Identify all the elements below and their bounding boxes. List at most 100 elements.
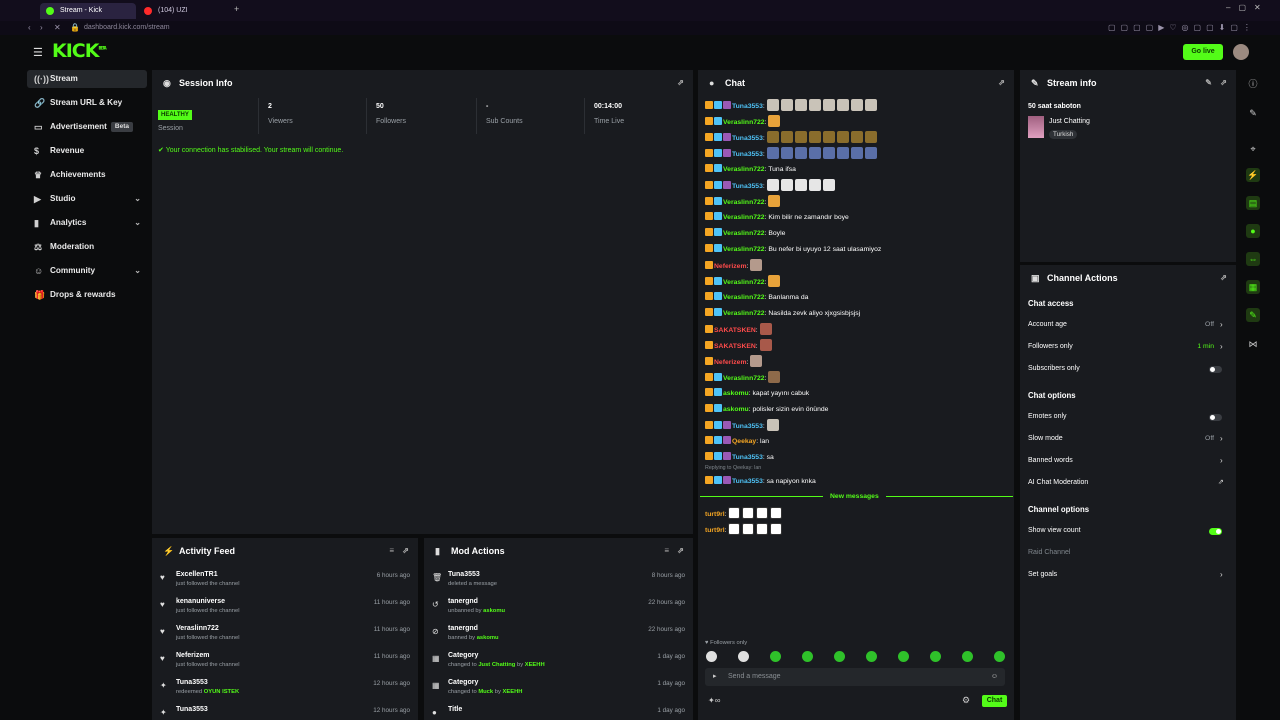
sidebar-item-stream[interactable]: ((·)) Stream [27,70,147,88]
chat-username[interactable]: Tuna3553 [732,478,763,485]
sidebar-item-achievements[interactable]: ♛ Achievements [27,166,147,184]
extension-icons[interactable]: ▢▢▢▢▶♡◎▢▢⬇▢⋮ [1108,22,1256,34]
emote-quick-icon[interactable] [898,651,909,662]
edit-icon[interactable]: ✎ [1205,70,1212,96]
setting-followers-only[interactable]: Followers only [1028,343,1073,350]
crosshair-icon[interactable]: ⌖ [1246,142,1260,156]
chat-username[interactable]: Veraslinn722 [723,214,765,221]
setting-subscribers-only[interactable]: Subscribers only [1028,365,1080,372]
chat-username[interactable]: Veraslinn722 [723,230,765,237]
filter-icon[interactable]: ≡ [664,538,669,564]
feed-name[interactable]: tanergnd [448,598,478,605]
sidebar-item-studio[interactable]: ▶ Studio ⌄ [27,190,147,208]
chat-username[interactable]: askomu [723,406,749,413]
chat-username[interactable]: turt9rl [705,511,725,518]
feed-highlight[interactable]: Just Chatting [478,662,515,668]
feed-name[interactable]: ExcellenTR1 [176,571,218,578]
chat-username[interactable]: Tuna3553 [732,454,763,461]
chat-settings-icon[interactable]: ⚙ [962,695,970,706]
feed-name[interactable]: Tuna3553 [448,571,480,578]
chevron-right-icon[interactable]: › [1220,342,1223,351]
setting-raid-channel[interactable]: Raid Channel [1028,549,1070,556]
chat-username[interactable]: Veraslinn722 [723,166,765,173]
feed-name[interactable]: Neferizem [176,652,209,659]
document-icon[interactable]: ▤ [1246,196,1260,210]
chevron-right-icon[interactable]: › [1220,434,1223,443]
forward-icon[interactable]: › [40,22,43,34]
popout-icon[interactable]: ⇗ [677,538,684,564]
feed-highlight[interactable]: Muck [478,689,493,695]
chat-username[interactable]: askomu [723,390,749,397]
feed-by-user[interactable]: XEEHH [525,662,545,668]
setting-show-view-count[interactable]: Show view count [1028,527,1081,534]
browser-tab[interactable]: (104) UZI SERBESTSTIL(... [138,3,230,30]
emoji-icon[interactable]: ☺ [991,668,998,686]
chat-username[interactable]: Veraslinn722 [723,310,765,317]
emote-quick-icon[interactable] [706,651,717,662]
window-controls[interactable]: –▢✕ [1226,3,1269,12]
chat-username[interactable]: Tuna3553 [732,103,763,110]
setting-set-goals[interactable]: Set goals [1028,571,1057,578]
chat-input[interactable]: ▸ Send a message ☺ [705,668,1005,686]
setting-emotes-only[interactable]: Emotes only [1028,413,1067,420]
chat-username[interactable]: Tuna3553 [732,135,763,142]
chat-send-button[interactable]: Chat [982,695,1007,707]
sidebar-item-stream-url-key[interactable]: 🔗 Stream URL & Key [27,94,147,112]
setting-ai-chat-moderation[interactable]: AI Chat Moderation [1028,479,1088,486]
chat-username[interactable]: Tuna3553 [732,423,763,430]
go-live-button[interactable]: Go live [1183,44,1223,60]
emote-quick-icon[interactable] [802,651,813,662]
feed-name[interactable]: Category [448,679,478,686]
sidebar-item-revenue[interactable]: $ Revenue [27,142,147,160]
emote-quick-icon[interactable] [834,651,845,662]
chat-username[interactable]: Veraslinn722 [723,294,765,301]
feed-name[interactable]: tanergnd [448,625,478,632]
chat-username[interactable]: SAKATSKEN [714,343,756,350]
sidebar-item-analytics[interactable]: ▮ Analytics ⌄ [27,214,147,232]
back-icon[interactable]: ‹ [28,22,31,34]
emote-quick-icon[interactable] [962,651,973,662]
filter-icon[interactable]: ≡ [389,538,394,564]
feed-name[interactable]: Tuna3553 [176,679,208,686]
sidebar-item-community[interactable]: ☺ Community ⌄ [27,262,147,280]
chat-username[interactable]: Veraslinn722 [723,199,765,206]
new-tab-icon[interactable]: + [234,4,239,14]
feed-name[interactable]: Category [448,652,478,659]
chat-username[interactable]: Tuna3553 [732,183,763,190]
browser-tab-active[interactable]: Stream - Kick Dashboard [40,3,136,30]
sidebar-item-moderation[interactable]: ⚖ Moderation [27,238,147,256]
chat-username[interactable]: Veraslinn722 [723,246,765,253]
setting-slow-mode[interactable]: Slow mode [1028,435,1063,442]
external-link-icon[interactable]: ⇗ [1218,478,1224,486]
bolt-icon[interactable]: ⚡ [1246,168,1260,182]
popout-icon[interactable]: ⇗ [1220,70,1227,96]
feed-by-user[interactable]: XEEHH [502,689,522,695]
pen-icon[interactable]: ✎ [1246,106,1260,120]
toggle-switch[interactable] [1209,414,1222,421]
chevron-right-icon[interactable]: › [1220,456,1223,465]
feed-highlight[interactable]: askomu [477,635,499,641]
popout-icon[interactable]: ⇗ [998,70,1005,96]
chat-username[interactable]: Qeekay [732,438,756,445]
bank-icon[interactable]: ▦ [1246,280,1260,294]
emote-quick-icon[interactable] [770,651,781,662]
url-text[interactable]: dashboard.kick.com/stream [84,22,170,34]
menu-icon[interactable]: ☰ [33,46,43,59]
arrows-icon[interactable]: ⇔ [1246,252,1260,266]
chat-username[interactable]: Veraslinn722 [723,119,765,126]
emote-quick-icon[interactable] [930,651,941,662]
feed-name[interactable]: Veraslinn722 [176,625,219,632]
chat-username[interactable]: turt9rl [705,527,725,534]
avatar[interactable] [1233,44,1249,60]
chat-username[interactable]: Neferizem [714,359,747,366]
emote-quick-icon[interactable] [738,651,749,662]
chat-username[interactable]: Neferizem [714,263,747,270]
feed-highlight[interactable]: OYUN ISTEK [204,689,239,695]
popout-icon[interactable]: ⇗ [402,538,409,564]
chat-username[interactable]: Veraslinn722 [723,279,765,286]
chat-username[interactable]: SAKATSKEN [714,327,756,334]
chat-icon[interactable]: ● [1246,224,1260,238]
setting-account-age[interactable]: Account age [1028,321,1067,328]
chat-tools-icon[interactable]: ✦∞ [708,696,720,705]
chevron-right-icon[interactable]: › [1220,320,1223,329]
